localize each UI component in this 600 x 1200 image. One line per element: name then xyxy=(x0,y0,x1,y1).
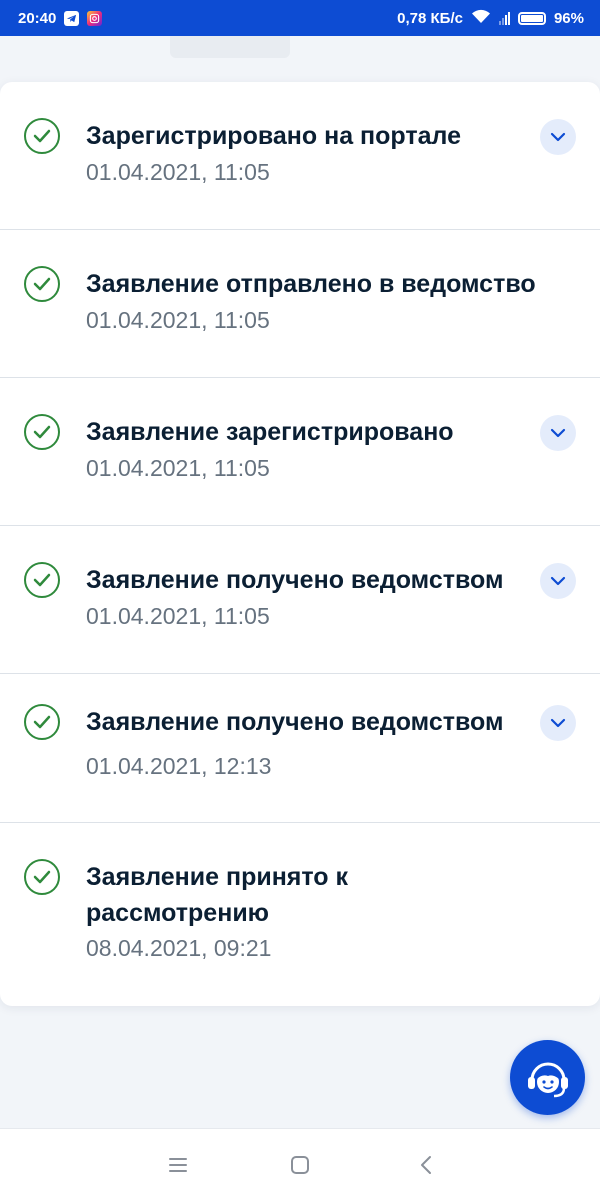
home-button[interactable] xyxy=(286,1151,314,1179)
status-time: 20:40 xyxy=(18,9,57,27)
battery-icon xyxy=(517,11,546,25)
chevron-down-icon xyxy=(550,132,566,142)
step-title: Заявление отправлено в ведомство xyxy=(86,270,536,298)
timeline-step: Заявление отправлено в ведомство 01.04.2… xyxy=(0,230,600,378)
chevron-down-icon xyxy=(550,718,566,728)
step-title: Зарегистрировано на портале xyxy=(86,122,461,150)
back-button[interactable] xyxy=(412,1151,440,1179)
support-chat-button[interactable] xyxy=(510,1040,585,1115)
instagram-icon xyxy=(87,10,103,26)
check-circle-icon xyxy=(24,414,60,450)
back-icon xyxy=(421,1156,431,1174)
timeline-step: Заявление принято к рассмотрению 08.04.2… xyxy=(0,823,600,1006)
signal-icon xyxy=(498,11,510,25)
step-date: 08.04.2021, 09:21 xyxy=(86,935,272,961)
timeline-step: Зарегистрировано на портале 01.04.2021, … xyxy=(0,82,600,230)
wifi-icon xyxy=(471,9,491,28)
status-bar: 20:40 0,78 КБ/с 96% xyxy=(0,0,600,36)
menu-icon xyxy=(169,1158,187,1172)
expand-button[interactable] xyxy=(540,705,576,741)
timeline-step: Заявление получено ведомством 01.04.2021… xyxy=(0,526,600,674)
expand-button[interactable] xyxy=(540,415,576,451)
step-date: 01.04.2021, 12:13 xyxy=(86,753,272,779)
step-title: Заявление зарегистрировано xyxy=(86,418,454,446)
system-nav-bar xyxy=(0,1128,600,1200)
chevron-down-icon xyxy=(550,428,566,438)
check-circle-icon xyxy=(24,266,60,302)
step-date: 01.04.2021, 11:05 xyxy=(86,307,270,333)
menu-button[interactable] xyxy=(164,1151,192,1179)
step-title: Заявление получено ведомством xyxy=(86,566,504,594)
home-icon xyxy=(291,1156,309,1174)
check-circle-icon xyxy=(24,859,60,895)
timeline-step: Заявление получено ведомством 01.04.2021… xyxy=(0,674,600,823)
check-circle-icon xyxy=(24,704,60,740)
timeline-step: Заявление зарегистрировано 01.04.2021, 1… xyxy=(0,378,600,526)
expand-button[interactable] xyxy=(540,563,576,599)
battery-percent: 96% xyxy=(553,9,584,27)
step-date: 01.04.2021, 11:05 xyxy=(86,455,270,481)
step-title: Заявление принято к рассмотрению xyxy=(86,863,349,927)
support-agent-icon xyxy=(527,1062,568,1097)
step-date: 01.04.2021, 11:05 xyxy=(86,159,270,185)
network-speed: 0,78 КБ/с xyxy=(397,9,463,27)
header-remnant xyxy=(170,36,290,58)
status-history-card: Зарегистрировано на портале 01.04.2021, … xyxy=(0,82,600,1006)
expand-button[interactable] xyxy=(540,119,576,155)
telegram-icon xyxy=(64,10,80,26)
chevron-down-icon xyxy=(550,576,566,586)
check-circle-icon xyxy=(24,562,60,598)
check-circle-icon xyxy=(24,118,60,154)
step-title: Заявление получено ведомством xyxy=(86,708,504,736)
step-date: 01.04.2021, 11:05 xyxy=(86,603,270,629)
